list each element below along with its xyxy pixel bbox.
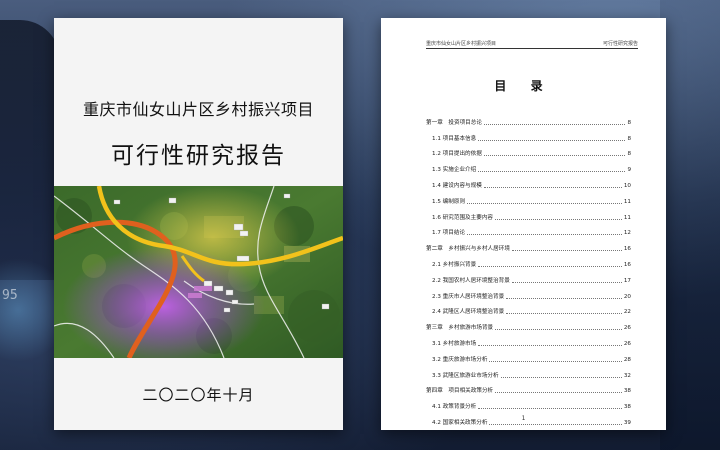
toc-leader-dots [478,344,622,346]
toc-entry-page: 20 [623,293,631,300]
cover-aerial-map [54,186,343,358]
background-number: 95 [2,288,18,303]
toc-section-entry[interactable]: 3.3 武隆区旅游业市场分析 32 [426,363,631,379]
toc-section-entry[interactable]: 2.3 重庆市人居环境整治背景 20 [426,284,631,300]
toc-section-entry[interactable]: 4.1 政策背景分析 38 [426,394,631,410]
toc-leader-dots [495,218,622,220]
toc-chapter-entry[interactable]: 第三章 乡村旅游市场背景 26 [426,315,631,331]
toc-section-entry[interactable]: 1.3 实施企业介绍 9 [426,157,631,173]
toc-leader-dots [467,202,622,204]
toc-entry-page: 38 [623,388,631,395]
toc-entry-title: 1.3 实施企业介绍 [432,167,477,174]
toc-entry-page: 38 [623,404,631,411]
toc-entry-title: 2.1 乡村振兴背景 [432,261,477,268]
background-right-panel [660,0,720,450]
toc-leader-dots [511,281,622,283]
toc-list: 第一章 投资项目总论 8 1.1 项目基本信息 8 1.2 项目提出的依据 8 1.3 实施… [426,110,631,426]
toc-entry-title: 1.1 项目基本信息 [432,135,477,142]
toc-section-entry[interactable]: 1.5 编制原则 11 [426,189,631,205]
toc-entry-title: 第一章 投资项目总论 [426,119,482,126]
toc-leader-dots [495,391,622,394]
toc-leader-dots [483,186,622,188]
toc-entry-page: 11 [623,214,631,221]
toc-page-header: 重庆市仙女山片区乡村振兴项目 可行性研究报告 [426,40,638,49]
toc-leader-dots [478,407,622,410]
toc-entry-title: 2.4 武隆区人居环境整治背景 [432,309,505,316]
toc-leader-dots [483,123,626,125]
toc-section-entry[interactable]: 3.2 重庆旅游市场分析 28 [426,347,631,363]
toc-leader-dots [478,265,622,267]
background-figure [0,20,60,280]
toc-entry-title: 1.7 项目结论 [432,230,466,237]
cover-date: 二〇二〇年十月 [142,386,255,404]
toc-page: 重庆市仙女山片区乡村振兴项目 可行性研究报告 目 录 第一章 投资项目总论 8 1.… [381,18,666,430]
toc-section-entry[interactable]: 2.2 我国农村人居环境整治背景 17 [426,268,631,284]
toc-entry-page: 22 [623,309,631,316]
report-cover: 重庆市仙女山片区乡村振兴项目 可行性研究报告 二〇二〇年十月 [54,18,343,430]
toc-chapter-entry[interactable]: 第四章 项目相关政策分析 38 [426,379,631,395]
toc-leader-dots [506,297,622,299]
toc-section-entry[interactable]: 1.2 项目提出的依据 8 [426,142,631,158]
toc-leader-dots [483,154,626,157]
toc-chapter-entry[interactable]: 第二章 乡村振兴与乡村人居环境 16 [426,236,631,252]
toc-leader-dots [489,360,622,362]
toc-entry-page: 8 [627,151,631,158]
toc-section-entry[interactable]: 1.1 项目基本信息 8 [426,126,631,142]
toc-entry-title: 第四章 项目相关政策分析 [426,388,494,395]
toc-leader-dots [467,233,622,236]
toc-entry-title: 1.4 建设内容与规模 [432,182,482,189]
toc-section-entry[interactable]: 1.6 研究范围及主要内容 11 [426,205,631,221]
toc-entry-title: 3.3 武隆区旅游业市场分析 [432,372,499,379]
toc-entry-page: 26 [623,340,631,347]
toc-leader-dots [506,312,622,315]
toc-section-entry[interactable]: 3.1 乡村旅游市场 26 [426,331,631,347]
background-glow [0,250,60,370]
toc-entry-page: 8 [627,135,631,142]
toc-entry-page: 26 [623,325,631,332]
toc-section-entry[interactable]: 1.4 建设内容与规模 10 [426,173,631,189]
toc-entry-page: 16 [623,246,631,253]
toc-entry-title: 1.2 项目提出的依据 [432,151,482,158]
toc-leader-dots [511,249,622,252]
toc-header-right: 可行性研究报告 [602,41,638,47]
toc-entry-page: 10 [623,182,631,189]
toc-entry-page: 9 [627,167,631,174]
toc-entry-page: 28 [623,356,631,363]
toc-entry-page: 17 [623,277,631,284]
toc-entry-title: 1.6 研究范围及主要内容 [432,214,494,221]
toc-leader-dots [500,376,622,378]
toc-entry-title: 1.5 编制原则 [432,198,466,205]
toc-entry-page: 12 [623,230,631,237]
toc-entry-page: 32 [623,372,631,379]
toc-section-entry[interactable]: 2.4 武隆区人居环境整治背景 22 [426,300,631,316]
cover-subtitle: 可行性研究报告 [111,143,286,169]
toc-section-entry[interactable]: 1.7 项目结论 12 [426,221,631,237]
cover-title: 重庆市仙女山片区乡村振兴项目 [82,100,314,119]
toc-page-number: 1 [521,415,526,422]
toc-leader-dots [489,423,622,425]
toc-leader-dots [478,170,626,173]
toc-entry-title: 第二章 乡村振兴与乡村人居环境 [426,246,510,253]
toc-entry-title: 第三章 乡村旅游市场背景 [426,325,494,332]
toc-header-left: 重庆市仙女山片区乡村振兴项目 [426,41,497,47]
toc-entry-title: 3.1 乡村旅游市场 [432,340,477,347]
toc-entry-title: 2.2 我国农村人居环境整治背景 [432,277,510,284]
toc-leader-dots [495,328,622,331]
toc-chapter-entry[interactable]: 第一章 投资项目总论 8 [426,110,631,126]
toc-leader-dots [478,139,626,141]
toc-entry-title: 3.2 重庆旅游市场分析 [432,356,488,363]
toc-entry-page: 16 [623,261,631,268]
toc-section-entry[interactable]: 2.1 乡村振兴背景 16 [426,252,631,268]
toc-heading: 目 录 [494,79,553,93]
toc-entry-page: 11 [623,198,631,205]
toc-entry-page: 8 [627,119,631,126]
toc-entry-title: 4.1 政策背景分析 [432,404,477,411]
toc-entry-title: 2.3 重庆市人居环境整治背景 [432,293,505,300]
